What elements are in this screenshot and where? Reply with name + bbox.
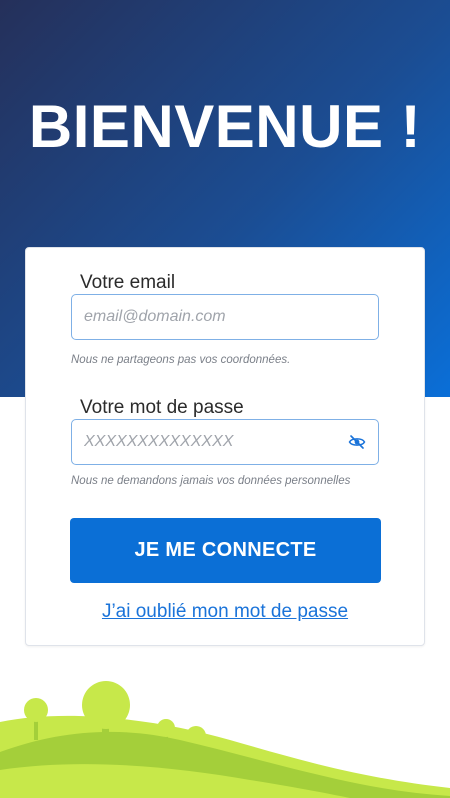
email-field-box [71, 294, 379, 340]
email-label: Votre email [80, 272, 176, 293]
landscape-illustration [0, 681, 450, 798]
email-hint: Nous ne partageons pas vos coordonnées. [71, 354, 291, 366]
eye-off-icon[interactable] [348, 433, 366, 451]
login-card: Votre email Nous ne partageons pas vos c… [25, 247, 425, 646]
page-title: BIENVENUE ! [28, 93, 422, 160]
login-button[interactable]: JE ME CONNECTE [70, 518, 381, 583]
password-field-box [71, 419, 379, 465]
password-hint: Nous ne demandons jamais vos données per… [71, 475, 351, 487]
forgot-password-link[interactable]: J’ai oublié mon mot de passe [26, 601, 424, 623]
password-field[interactable] [84, 433, 348, 451]
password-label: Votre mot de passe [80, 397, 244, 418]
email-field[interactable] [84, 308, 366, 326]
